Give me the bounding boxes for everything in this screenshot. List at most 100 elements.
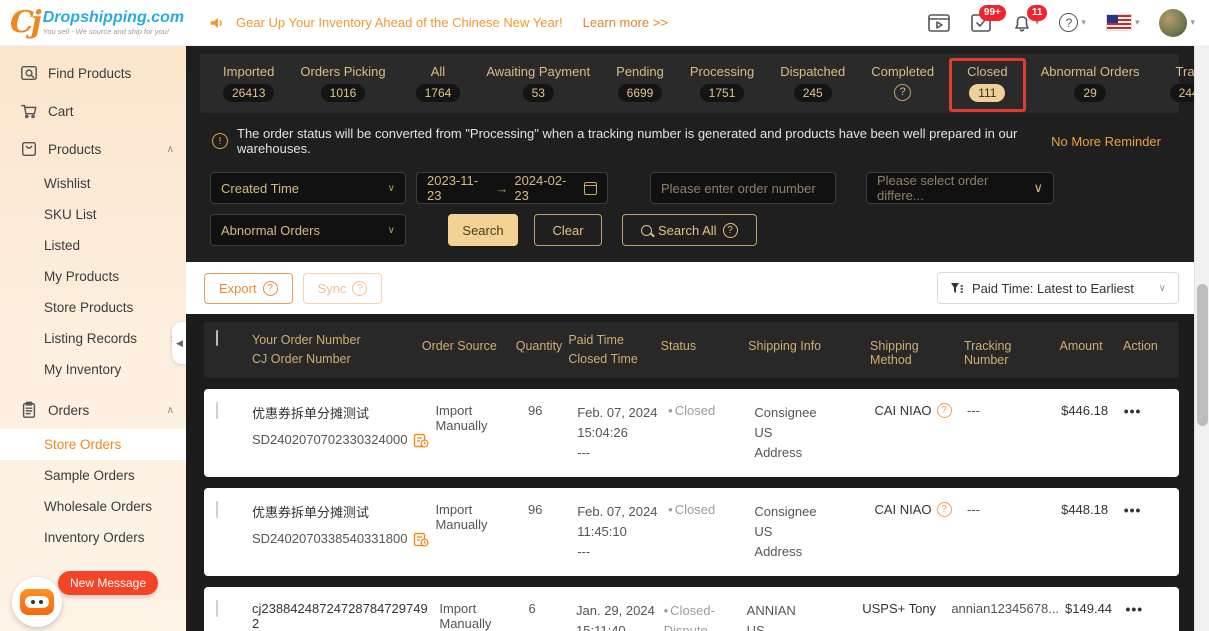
cj-order-number[interactable]: SD2402070702330324000 — [252, 432, 407, 447]
help-icon: ? — [352, 280, 368, 296]
order-schedule-icon[interactable] — [413, 432, 429, 448]
chevron-down-icon: ∨ — [387, 182, 395, 194]
tab-awaiting-payment[interactable]: Awaiting Payment 53 — [473, 62, 603, 104]
scrollbar-thumb[interactable] — [1197, 284, 1208, 426]
calendar-icon — [583, 181, 597, 195]
row-checkbox[interactable] — [216, 600, 218, 618]
filter-panel: Created Time ∨ 2023-11-23 → 2024-02-23 P… — [200, 160, 1179, 262]
sidebar-item-label: Products — [48, 141, 102, 157]
chevron-down-icon: ▾ — [1081, 17, 1086, 27]
no-more-reminder-link[interactable]: No More Reminder — [1051, 134, 1167, 149]
your-order-number: cj238842487247287847297492 — [252, 601, 428, 631]
help-menu-button[interactable]: ? ▾ — [1059, 13, 1086, 32]
sidebar-item-cart[interactable]: Cart — [0, 92, 186, 130]
sidebar-item-inventory-orders[interactable]: Inventory Orders — [0, 522, 186, 553]
tab-count-badge: 1751 — [699, 84, 745, 102]
announcement-text: Gear Up Your Inventory Ahead of the Chin… — [236, 15, 563, 30]
table-row: 优惠券拆单分摊测试 SD2402070702330324000 Import M… — [204, 388, 1179, 477]
sidebar-item-my-products[interactable]: My Products — [0, 261, 186, 292]
paid-time: 15:11:40 — [576, 623, 626, 631]
row-checkbox[interactable] — [216, 500, 218, 518]
order-number-input[interactable] — [661, 180, 825, 196]
us-flag-icon — [1105, 14, 1132, 31]
chat-mascot-button[interactable] — [12, 577, 62, 627]
sidebar-item-listed[interactable]: Listed — [0, 230, 186, 261]
video-guide-button[interactable] — [928, 13, 950, 33]
cart-icon — [21, 104, 37, 119]
status-notice-bar: ! The order status will be converted fro… — [200, 113, 1179, 160]
tab-orders-picking[interactable]: Orders Picking 1016 — [287, 62, 398, 104]
time-type-select[interactable]: Created Time ∨ — [210, 172, 406, 204]
clear-button[interactable]: Clear — [534, 214, 602, 246]
export-button[interactable]: Export ? — [204, 272, 293, 304]
sidebar-item-label: My Inventory — [44, 362, 122, 377]
tab-count-badge: 1016 — [320, 84, 366, 102]
sidebar-item-products[interactable]: Products ∧ — [0, 130, 186, 168]
search-all-label: Search All — [658, 222, 717, 238]
row-actions-button[interactable]: ••• — [1124, 403, 1167, 419]
row-actions-button[interactable]: ••• — [1124, 502, 1167, 518]
order-difference-select[interactable]: Please select order differe... ∨ — [866, 172, 1054, 204]
sidebar-item-store-orders[interactable]: Store Orders — [0, 429, 186, 460]
help-icon[interactable]: ? — [936, 402, 952, 418]
search-button[interactable]: Search — [448, 214, 518, 246]
announcement-learn-more-link[interactable]: Learn more >> — [583, 15, 668, 30]
notifications-button[interactable]: ▾ 11 — [1012, 4, 1048, 33]
sidebar-item-my-inventory[interactable]: My Inventory — [0, 354, 186, 385]
status-badge: Closed — [668, 403, 715, 418]
select-all-checkbox[interactable] — [216, 330, 218, 346]
sidebar-item-find-products[interactable]: Find Products — [0, 54, 186, 92]
language-selector[interactable]: ▾ — [1105, 14, 1140, 31]
sidebar-item-sample-orders[interactable]: Sample Orders — [0, 460, 186, 491]
search-all-button[interactable]: Search All ? — [622, 214, 757, 246]
row-checkbox[interactable] — [216, 401, 218, 419]
sidebar-item-wholesale-orders[interactable]: Wholesale Orders — [0, 491, 186, 522]
tab-dispatched[interactable]: Dispatched 245 — [767, 62, 858, 104]
scrollbar[interactable] — [1194, 46, 1209, 631]
sidebar-collapse-handle[interactable]: ◀ — [172, 322, 187, 364]
tab-processing[interactable]: Processing 1751 — [677, 62, 767, 104]
orders-dark-panel: Imported 26413 Orders Picking 1016 All 1… — [186, 46, 1209, 262]
sidebar-item-listing-records[interactable]: Listing Records› — [0, 323, 186, 354]
sync-button[interactable]: Sync ? — [302, 272, 383, 304]
sidebar-item-store-products[interactable]: Store Products — [0, 292, 186, 323]
chevron-down-icon: ▾ — [1134, 17, 1140, 27]
sidebar: Find Products Cart Products ∧ Wishlist S… — [0, 46, 187, 631]
tasks-button[interactable]: 99+ — [970, 4, 1006, 33]
brand-logo[interactable]: Cj Dropshipping.com You sell - We source… — [10, 4, 192, 40]
account-menu[interactable]: ▾ — [1159, 8, 1195, 37]
sidebar-item-sku-list[interactable]: SKU List — [0, 199, 186, 230]
sidebar-item-orders[interactable]: Orders ∧ — [0, 391, 186, 429]
date-range-picker[interactable]: 2023-11-23 → 2024-02-23 — [416, 172, 608, 204]
tab-abnormal-orders[interactable]: Abnormal Orders 29 — [1028, 62, 1153, 104]
help-icon[interactable]: ? — [936, 501, 952, 517]
tracking-number: --- — [967, 402, 980, 418]
tab-count-badge: 29 — [1074, 84, 1106, 102]
new-message-badge[interactable]: New Message — [58, 571, 159, 595]
country: US — [746, 623, 765, 631]
row-actions-button[interactable]: ••• — [1125, 601, 1167, 617]
order-amount: $448.18 — [1061, 501, 1109, 517]
order-schedule-icon[interactable] — [413, 531, 429, 547]
sidebar-item-label: Inventory Orders — [44, 530, 145, 545]
col-paid-time: Paid Time — [568, 333, 624, 347]
sidebar-item-label: Listed — [44, 238, 81, 253]
search-icon — [641, 224, 652, 236]
cj-order-number[interactable]: SD2402070338540331800 — [252, 531, 407, 546]
tab-all[interactable]: All 1764 — [403, 62, 474, 104]
order-amount: $149.44 — [1065, 601, 1113, 617]
sort-order-select[interactable]: Paid Time: Latest to Earliest ∨ — [937, 272, 1179, 304]
shipping-method: CAI NIAO — [874, 501, 932, 517]
abnormal-orders-select[interactable]: Abnormal Orders ∨ — [210, 214, 406, 246]
tab-pending[interactable]: Pending 6699 — [603, 62, 677, 104]
brand-name: Dropshipping.com — [42, 9, 185, 27]
tab-completed[interactable]: Completed ? — [858, 62, 947, 103]
tab-imported[interactable]: Imported 26413 — [210, 62, 287, 104]
tab-closed[interactable]: Closed 111 — [954, 62, 1020, 104]
shipping-method: CAI NIAO — [874, 402, 932, 418]
cj-logo-mark: Cj — [10, 4, 42, 40]
sidebar-item-wishlist[interactable]: Wishlist — [0, 168, 186, 199]
address: Address — [754, 544, 803, 560]
order-quantity: 96 — [527, 402, 543, 418]
tab-count-badge: 1764 — [415, 84, 461, 102]
